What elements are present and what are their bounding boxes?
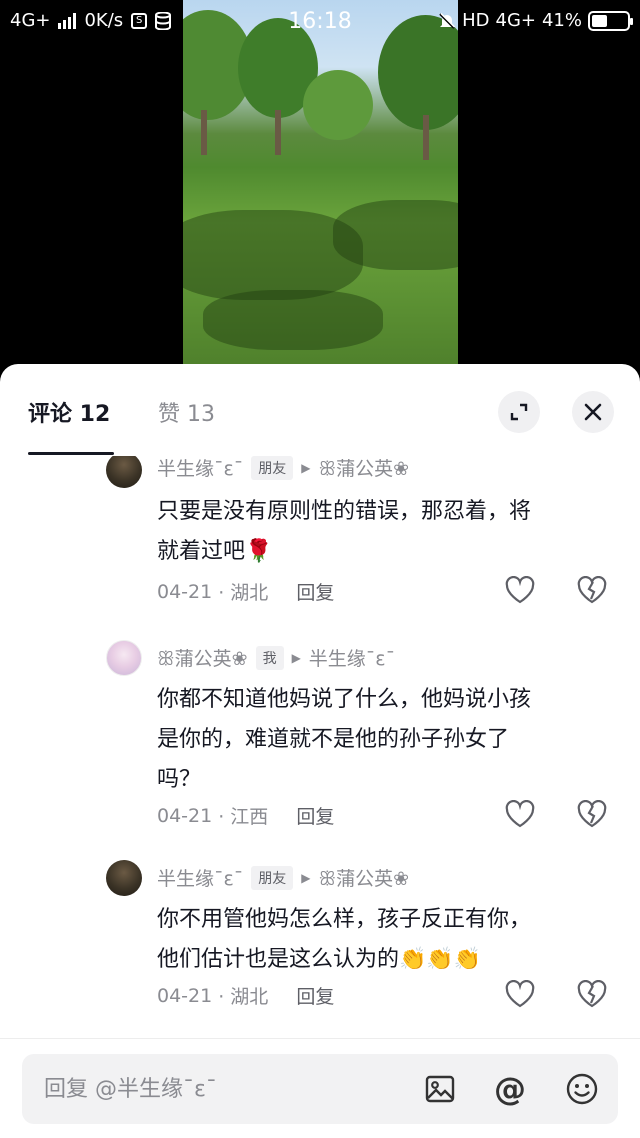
close-button[interactable] (572, 391, 614, 433)
comment-date: 04-21 (157, 804, 213, 827)
comment-author[interactable]: 半生缘¯ε¯ (157, 864, 243, 891)
avatar[interactable] (106, 640, 142, 676)
comment-footer: 04-21 · 湖北 回复 (157, 982, 334, 1009)
comment-footer: 04-21 · 江西 回复 (157, 802, 334, 829)
reply-to-author[interactable]: ꕥ蒲公英❀ (319, 456, 410, 481)
divider (0, 1038, 640, 1039)
reply-button[interactable]: 回复 (296, 802, 334, 829)
reply-button[interactable]: 回复 (296, 578, 334, 605)
reply-arrow-icon: ▶ (301, 870, 311, 885)
comment-text-line: 只要是没有原则性的错误，那忍着，将 (157, 499, 532, 524)
broken-heart-icon[interactable] (576, 980, 608, 1008)
friend-tag: 朋友 (251, 865, 294, 890)
comment-meta: 半生缘¯ε¯ 朋友 ▶ ꕥ蒲公英❀ (157, 456, 409, 481)
comment-text-line: 吗？ (157, 767, 202, 792)
status-bar: 4G+ 0K/s S 16:18 HD 4G+ 41% (0, 0, 640, 44)
reply-input[interactable] (42, 1054, 402, 1124)
tab-likes[interactable]: 赞 13 (158, 396, 215, 428)
tree-trunk (201, 110, 207, 155)
comment-meta: 半生缘¯ε¯ 朋友 ▶ ꕥ蒲公英❀ (157, 864, 409, 891)
reply-arrow-icon: ▶ (291, 650, 301, 665)
comment-date: 04-21 (157, 580, 213, 603)
comment-text-line: 你不用管他妈怎么样，孩子反正有你， (157, 907, 532, 932)
tree-trunk (275, 110, 281, 155)
comment-text[interactable]: 只要是没有原则性的错误，那忍着，将 就着过吧🌹 (157, 492, 617, 572)
reply-to-author[interactable]: ꕥ蒲公英❀ (319, 864, 410, 891)
comment-location: · 江西 (218, 806, 269, 828)
comment-text[interactable]: 你不用管他妈怎么样，孩子反正有你， 他们估计也是这么认为的👏👏👏 (157, 900, 617, 980)
friend-tag: 朋友 (251, 456, 294, 480)
lawn-shadow (203, 290, 383, 350)
comment-text[interactable]: 你都不知道他妈说了什么，他妈说小孩 是你的，难道就不是他的孙子孙女了 吗？ (157, 680, 617, 800)
heart-icon[interactable] (504, 980, 536, 1008)
me-tag: 我 (255, 645, 284, 670)
comment-meta: ꕥ蒲公英❀ 我 ▶ 半生缘¯ε¯ (157, 644, 395, 671)
avatar[interactable] (106, 456, 142, 488)
expand-button[interactable] (498, 391, 540, 433)
reply-arrow-icon: ▶ (301, 460, 311, 475)
comment-list[interactable]: 半生缘¯ε¯ 朋友 ▶ ꕥ蒲公英❀ 只要是没有原则性的错误，那忍着，将 就着过吧… (0, 456, 640, 1036)
comment-author[interactable]: ꕥ蒲公英❀ (157, 644, 248, 671)
mute-bell-icon (439, 12, 456, 29)
reply-input-bar: @ (22, 1054, 618, 1124)
tree-trunk (423, 115, 429, 160)
comment-location: · 湖北 (218, 582, 269, 604)
tree-shape (303, 70, 373, 140)
comment-text-line: 他们估计也是这么认为的👏👏👏 (157, 947, 482, 972)
comment-author[interactable]: 半生缘¯ε¯ (157, 456, 243, 481)
comment-text-line: 是你的，难道就不是他的孙子孙女了 (157, 727, 510, 752)
comment-date: 04-21 (157, 984, 213, 1007)
tab-comments[interactable]: 评论 12 (28, 396, 110, 428)
image-icon (425, 1075, 455, 1103)
close-icon (584, 403, 602, 421)
image-button[interactable] (422, 1071, 458, 1107)
comment-location: · 湖北 (218, 986, 269, 1008)
network-type-right: 4G+ (495, 10, 536, 31)
comment-footer: 04-21 · 湖北 回复 (157, 578, 334, 605)
tab-active-indicator (28, 452, 114, 455)
emoji-icon (566, 1073, 598, 1105)
comment-text-line: 你都不知道他妈说了什么，他妈说小孩 (157, 687, 532, 712)
heart-icon[interactable] (504, 576, 536, 604)
broken-heart-icon[interactable] (576, 800, 608, 828)
broken-heart-icon[interactable] (576, 576, 608, 604)
heart-icon[interactable] (504, 800, 536, 828)
battery-level (592, 14, 607, 27)
tab-bar: 评论 12 赞 13 (0, 364, 640, 460)
at-icon: @ (494, 1070, 526, 1108)
hd-indicator: HD (462, 10, 490, 31)
video-player[interactable] (183, 0, 458, 372)
reply-to-author[interactable]: 半生缘¯ε¯ (309, 644, 395, 671)
lawn-shadow (333, 200, 458, 270)
emoji-button[interactable] (564, 1071, 600, 1107)
status-right: HD 4G+ 41% (438, 10, 633, 31)
avatar[interactable] (106, 860, 142, 896)
comment-text-line: 就着过吧🌹 (157, 539, 273, 564)
battery-icon (588, 10, 633, 31)
expand-icon (510, 403, 528, 421)
comment-sheet: 评论 12 赞 13 半生缘¯ε¯ 朋友 ▶ ꕥ蒲公英❀ 只要是没有原则性的错误… (0, 364, 640, 1138)
mention-button[interactable]: @ (492, 1070, 528, 1108)
reply-button[interactable]: 回复 (296, 982, 334, 1009)
battery-percent: 41% (541, 10, 582, 31)
